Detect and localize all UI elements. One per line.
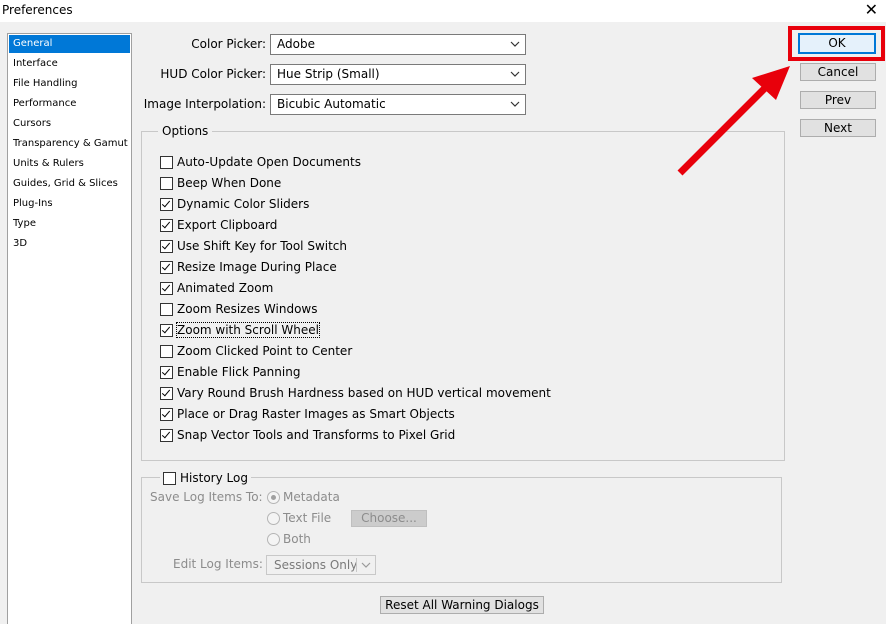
sidebar-item-plug-ins[interactable]: Plug-Ins bbox=[9, 195, 130, 213]
hud-color-picker-label: HUD Color Picker: bbox=[160, 67, 266, 81]
chevron-down-icon bbox=[510, 41, 520, 47]
checkbox-checked[interactable] bbox=[160, 386, 173, 400]
category-list: General Interface File Handling Performa… bbox=[7, 33, 132, 624]
chevron-down-icon bbox=[510, 101, 520, 107]
sidebar-item-file-handling[interactable]: File Handling bbox=[9, 75, 130, 93]
color-picker-value: Adobe bbox=[277, 37, 315, 51]
image-interpolation-label: Image Interpolation: bbox=[143, 97, 266, 111]
checkbox[interactable] bbox=[163, 471, 176, 485]
sidebar-item-interface[interactable]: Interface bbox=[9, 55, 130, 73]
close-icon[interactable]: ✕ bbox=[865, 1, 878, 19]
checkbox-checked[interactable] bbox=[160, 260, 173, 274]
checkbox-checked[interactable] bbox=[160, 281, 173, 295]
sidebar-item-performance[interactable]: Performance bbox=[9, 95, 130, 113]
image-interpolation-value: Bicubic Automatic bbox=[277, 97, 386, 111]
sidebar-item-cursors[interactable]: Cursors bbox=[9, 115, 130, 133]
option-export-clipboard[interactable]: Export Clipboard bbox=[160, 216, 277, 234]
save-log-items-label: Save Log Items To: bbox=[150, 490, 263, 504]
hud-color-picker-value: Hue Strip (Small) bbox=[277, 67, 380, 81]
color-picker-select[interactable]: Adobe bbox=[270, 34, 526, 55]
option-vary-brush-hardness[interactable]: Vary Round Brush Hardness based on HUD v… bbox=[160, 384, 551, 402]
chevron-down-icon bbox=[510, 71, 520, 77]
radio-icon[interactable] bbox=[267, 490, 280, 504]
option-shift-key-tool-switch[interactable]: Use Shift Key for Tool Switch bbox=[160, 237, 347, 255]
option-snap-vector-tools[interactable]: Snap Vector Tools and Transforms to Pixe… bbox=[160, 426, 455, 444]
title-bar: Preferences ✕ bbox=[0, 0, 886, 22]
option-resize-image-during-place[interactable]: Resize Image During Place bbox=[160, 258, 337, 276]
choose-button[interactable]: Choose... bbox=[351, 510, 427, 527]
option-enable-flick-panning[interactable]: Enable Flick Panning bbox=[160, 363, 300, 381]
sidebar-item-guides-grid[interactable]: Guides, Grid & Slices bbox=[9, 175, 130, 193]
image-interpolation-select[interactable]: Bicubic Automatic bbox=[270, 94, 526, 115]
radio-both[interactable]: Both bbox=[267, 532, 311, 546]
option-animated-zoom[interactable]: Animated Zoom bbox=[160, 279, 273, 297]
radio-metadata[interactable]: Metadata bbox=[267, 490, 340, 504]
sidebar-item-general[interactable]: General bbox=[9, 35, 130, 53]
option-zoom-clicked-point[interactable]: Zoom Clicked Point to Center bbox=[160, 342, 352, 360]
color-picker-label: Color Picker: bbox=[191, 37, 266, 51]
cancel-button[interactable]: Cancel bbox=[800, 63, 876, 81]
sidebar-item-transparency[interactable]: Transparency & Gamut bbox=[9, 135, 130, 153]
checkbox[interactable] bbox=[160, 176, 173, 190]
option-zoom-with-scroll-wheel[interactable]: Zoom with Scroll Wheel bbox=[160, 321, 320, 339]
checkbox-checked[interactable] bbox=[160, 218, 173, 232]
history-log-toggle[interactable]: History Log bbox=[160, 469, 251, 487]
checkbox-checked[interactable] bbox=[160, 197, 173, 211]
hud-color-picker-select[interactable]: Hue Strip (Small) bbox=[270, 64, 526, 85]
separator bbox=[356, 558, 357, 572]
edit-log-items-select[interactable]: Sessions Only bbox=[266, 555, 376, 575]
sidebar-item-type[interactable]: Type bbox=[9, 215, 130, 233]
checkbox-checked[interactable] bbox=[160, 428, 173, 442]
checkbox-checked[interactable] bbox=[160, 407, 173, 421]
checkbox-checked[interactable] bbox=[160, 239, 173, 253]
sidebar-item-units-rulers[interactable]: Units & Rulers bbox=[9, 155, 130, 173]
checkbox[interactable] bbox=[160, 344, 173, 358]
options-group-title: Options bbox=[158, 124, 213, 138]
prev-button[interactable]: Prev bbox=[800, 91, 876, 109]
radio-text-file[interactable]: Text File bbox=[267, 511, 331, 525]
option-beep-when-done[interactable]: Beep When Done bbox=[160, 174, 281, 192]
radio-icon[interactable] bbox=[267, 532, 280, 546]
ok-button[interactable]: OK bbox=[798, 33, 876, 54]
option-place-smart-objects[interactable]: Place or Drag Raster Images as Smart Obj… bbox=[160, 405, 455, 423]
chevron-down-icon bbox=[361, 562, 371, 568]
checkbox[interactable] bbox=[160, 302, 173, 316]
reset-warning-dialogs-button[interactable]: Reset All Warning Dialogs bbox=[380, 596, 544, 614]
checkbox-checked[interactable] bbox=[160, 323, 173, 337]
sidebar-item-3d[interactable]: 3D bbox=[9, 235, 130, 253]
window-title: Preferences bbox=[2, 3, 73, 17]
radio-icon[interactable] bbox=[267, 511, 280, 525]
checkbox-checked[interactable] bbox=[160, 365, 173, 379]
option-dynamic-color-sliders[interactable]: Dynamic Color Sliders bbox=[160, 195, 309, 213]
option-zoom-resizes-windows[interactable]: Zoom Resizes Windows bbox=[160, 300, 318, 318]
edit-log-items-label: Edit Log Items: bbox=[173, 557, 263, 571]
checkbox[interactable] bbox=[160, 155, 173, 169]
option-auto-update[interactable]: Auto-Update Open Documents bbox=[160, 153, 361, 171]
next-button[interactable]: Next bbox=[800, 119, 876, 137]
